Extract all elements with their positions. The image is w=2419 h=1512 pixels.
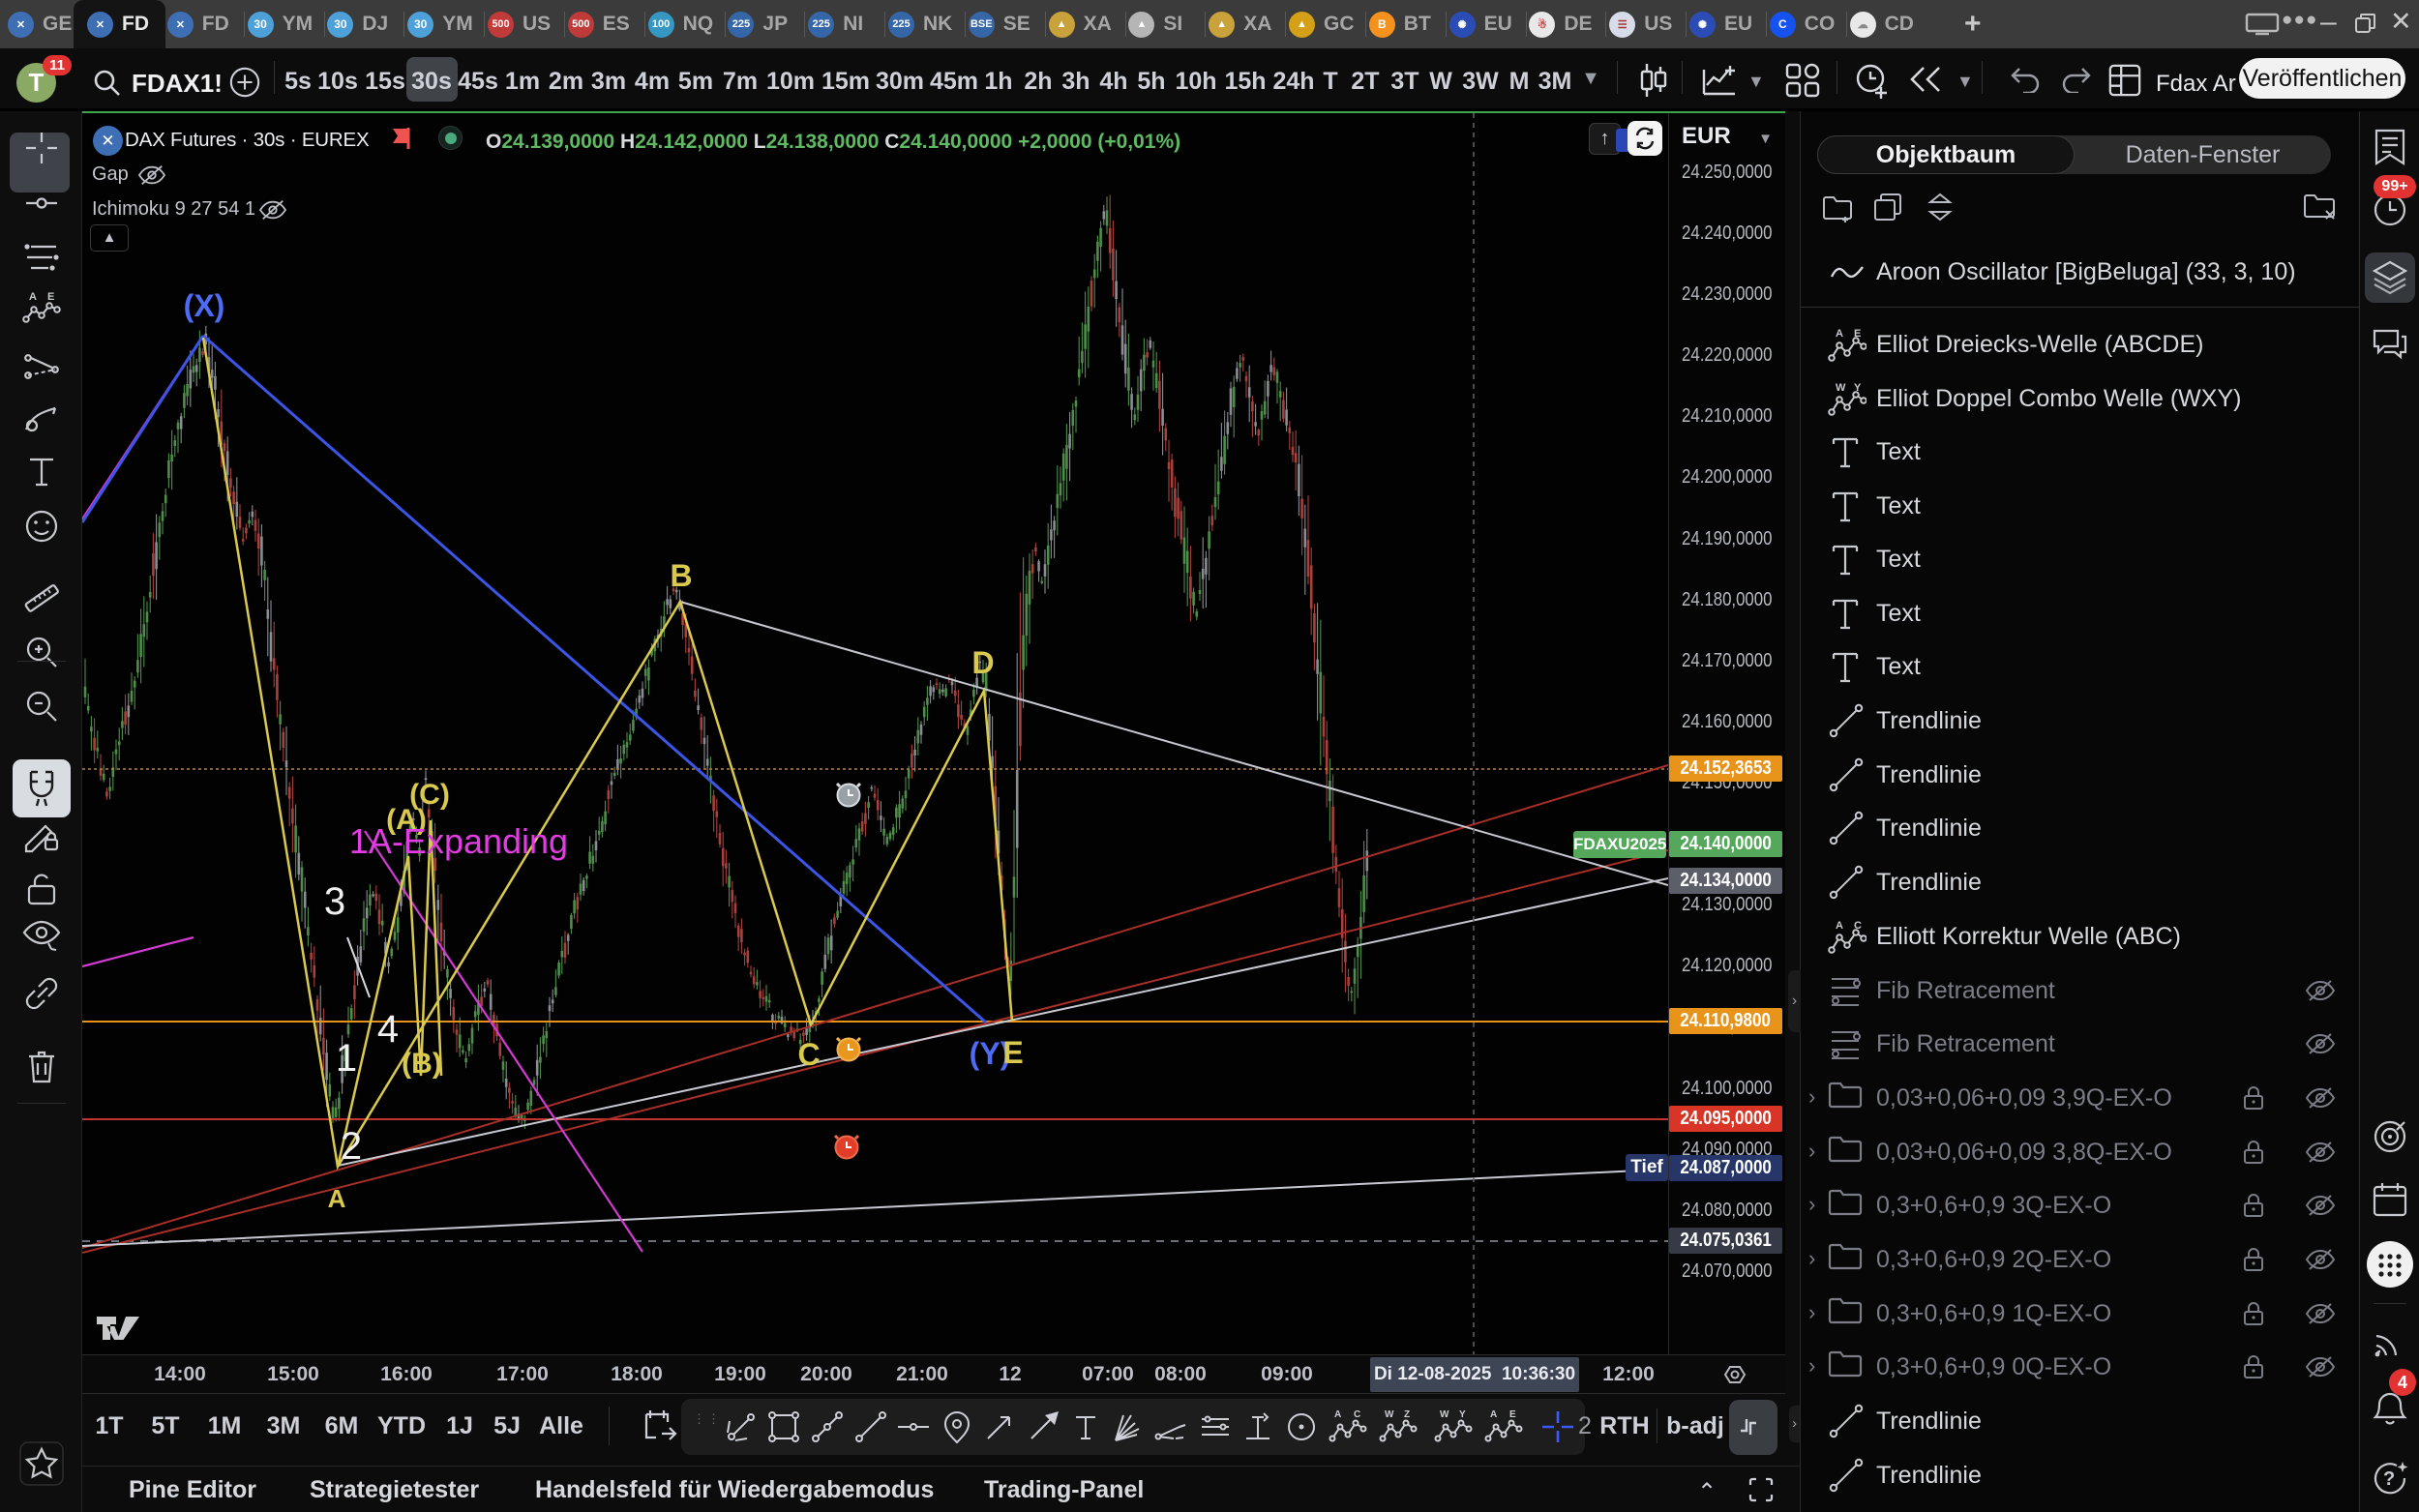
svg-text:?: ? [2383, 1468, 2395, 1490]
svg-text:A: A [1836, 328, 1843, 340]
svg-text:D: D [971, 645, 994, 680]
svg-text:B: B [670, 558, 692, 593]
svg-text:A: A [1836, 920, 1843, 932]
svg-text:A: A [328, 1184, 346, 1213]
svg-text:1A-Expanding: 1A-Expanding [349, 821, 568, 861]
svg-text:A: A [1490, 1409, 1497, 1420]
svg-text:2: 2 [341, 1125, 362, 1168]
svg-text:C: C [1354, 1409, 1360, 1420]
svg-text:C: C [797, 1037, 820, 1072]
svg-text:4: 4 [377, 1008, 399, 1051]
svg-text:W: W [1440, 1409, 1449, 1420]
svg-text:A: A [1334, 1409, 1341, 1420]
svg-text:3: 3 [324, 880, 345, 923]
svg-text:E: E [1509, 1409, 1516, 1420]
svg-text:(X): (X) [184, 288, 225, 323]
svg-text:W: W [1385, 1409, 1394, 1420]
svg-text:W: W [1836, 382, 1846, 394]
svg-text:(B): (B) [402, 1048, 442, 1080]
svg-text:E: E [47, 291, 54, 303]
svg-text:A: A [29, 291, 37, 303]
svg-text:Z: Z [1404, 1409, 1410, 1420]
svg-text:(C): (C) [409, 779, 450, 811]
svg-text:1: 1 [336, 1037, 357, 1080]
svg-text:Y: Y [1459, 1409, 1466, 1420]
svg-text:E: E [1002, 1035, 1023, 1070]
